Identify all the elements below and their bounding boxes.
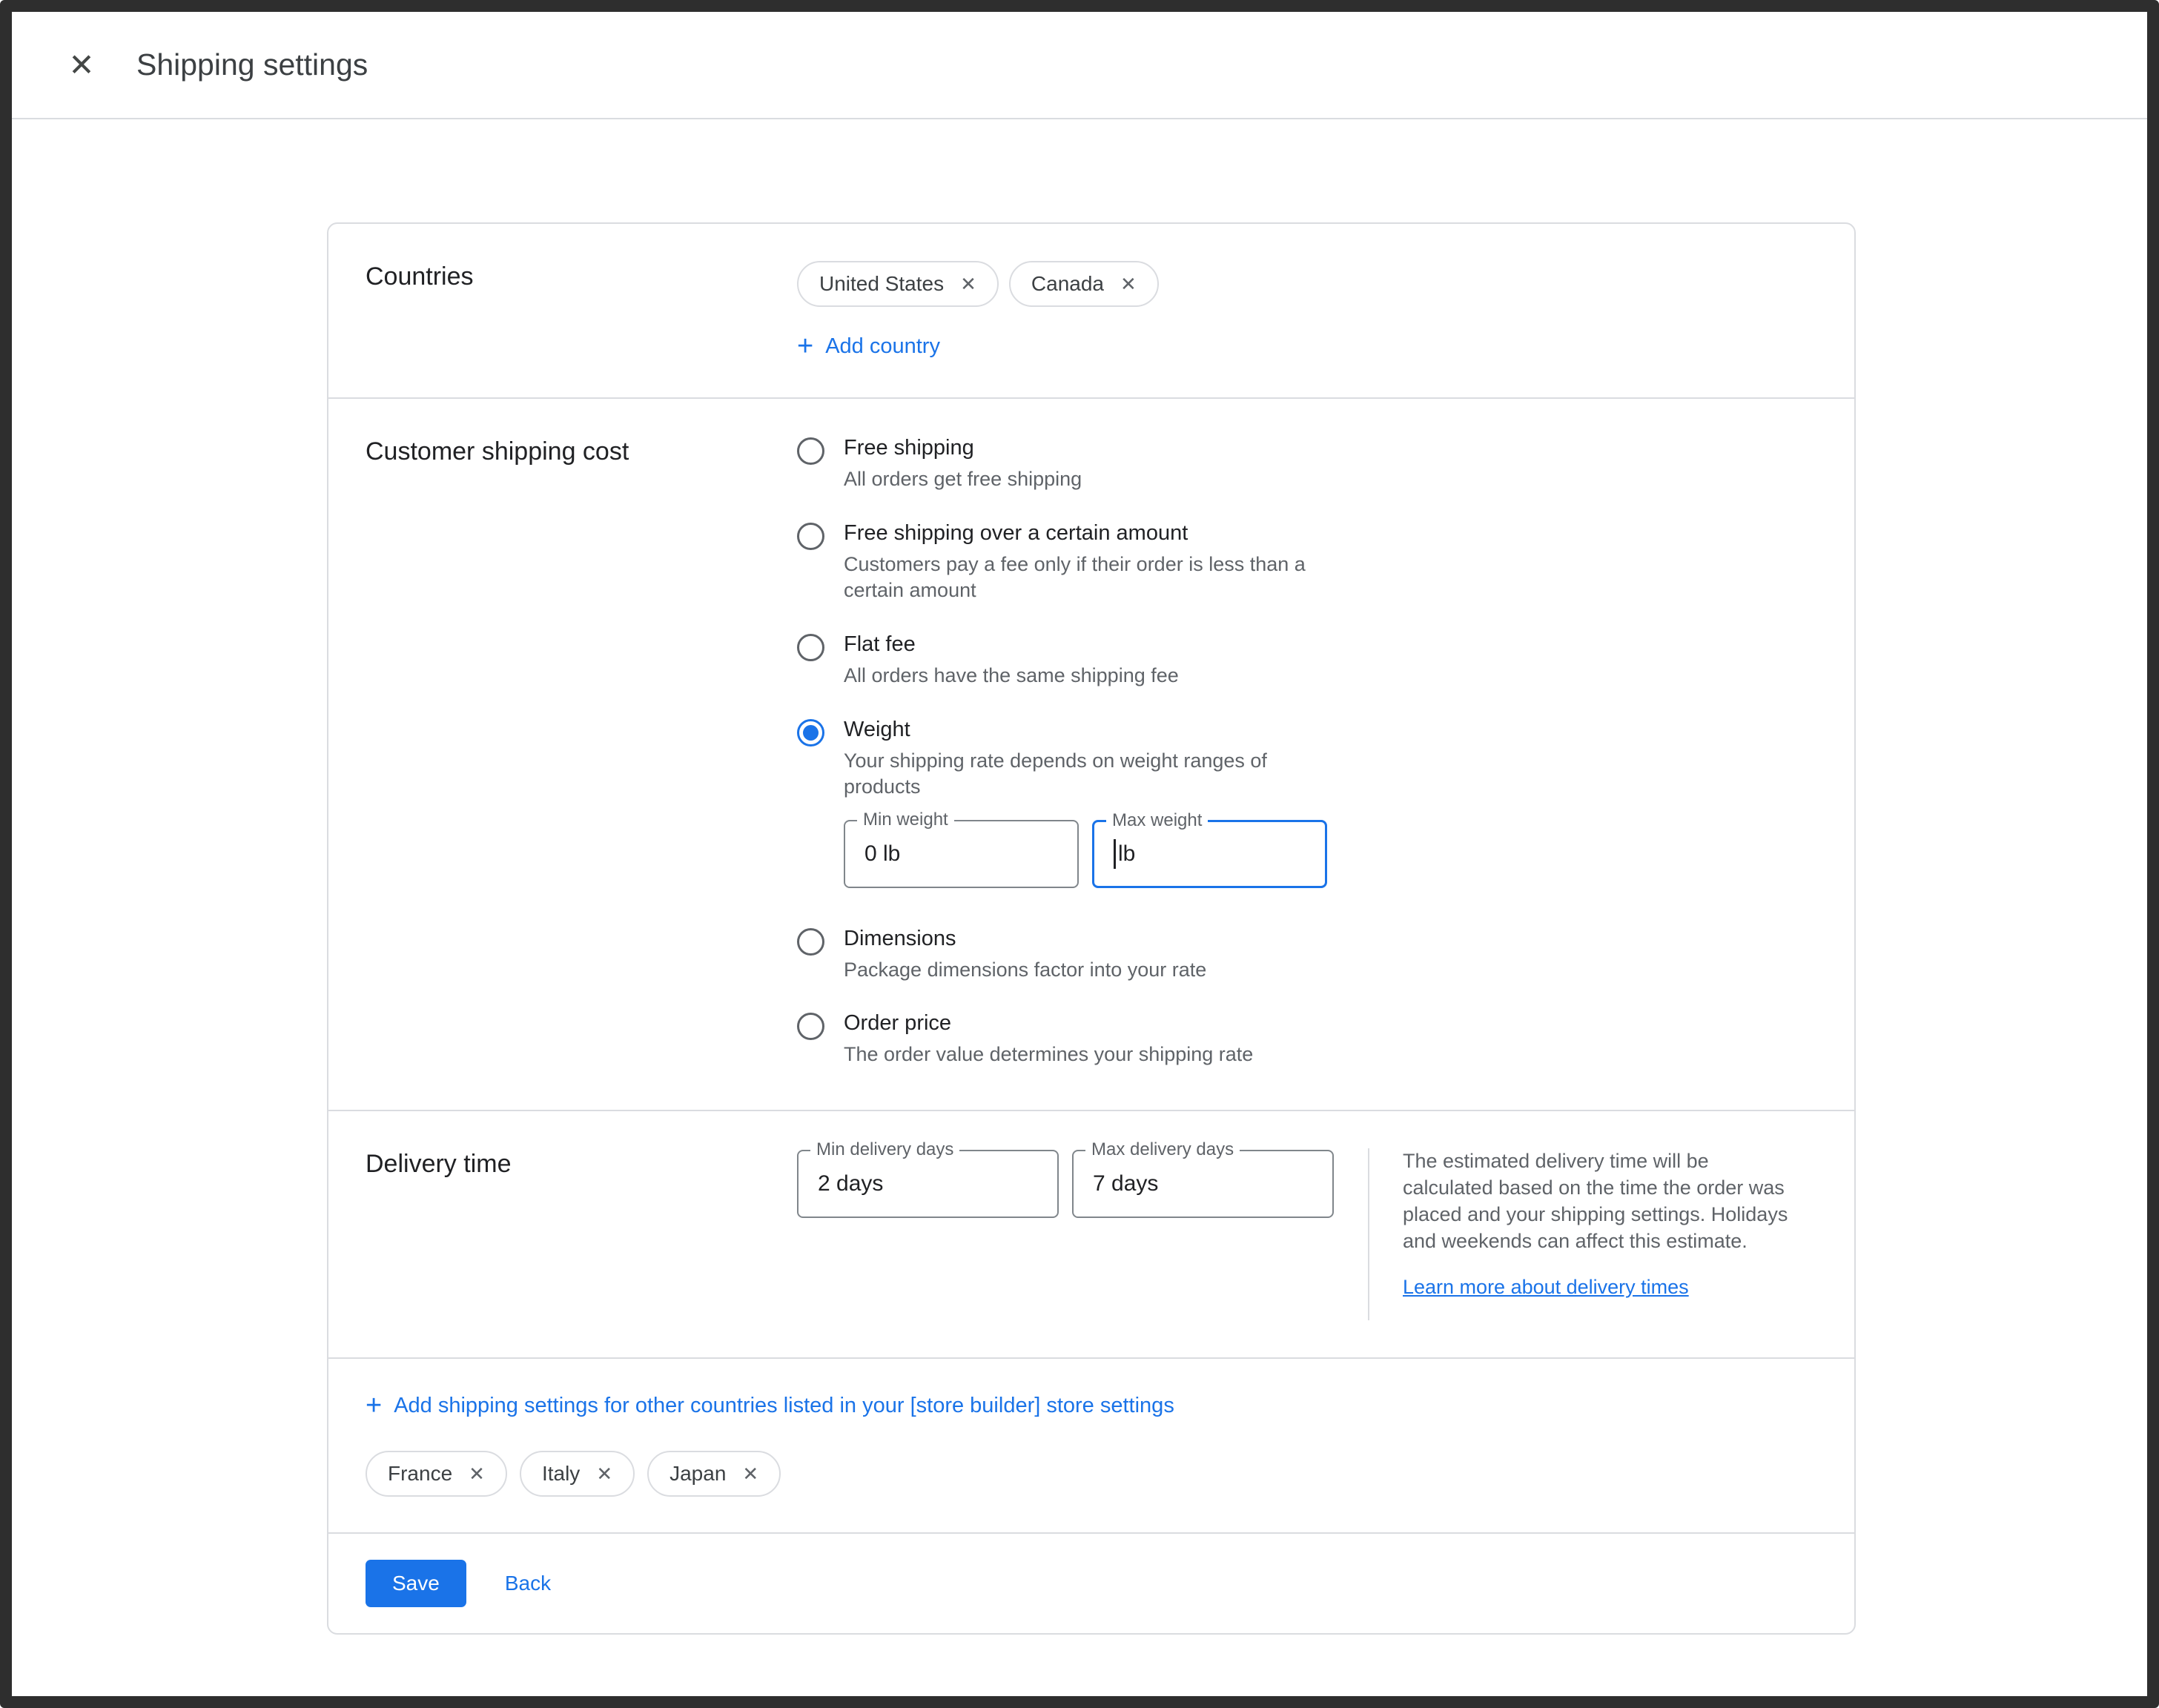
topbar: ✕ Shipping settings bbox=[12, 12, 2147, 119]
learn-more-link[interactable]: Learn more about delivery times bbox=[1403, 1276, 1689, 1299]
option-free-shipping[interactable]: Free shipping All orders get free shippi… bbox=[797, 436, 1817, 493]
chip-italy: Italy ✕ bbox=[520, 1451, 635, 1497]
shipping-cost-label: Customer shipping cost bbox=[366, 436, 797, 1073]
option-title: Free shipping over a certain amount bbox=[844, 521, 1333, 546]
country-chips-row: United States ✕ Canada ✕ bbox=[797, 261, 1817, 307]
option-description: The order value determines your shipping… bbox=[844, 1042, 1253, 1068]
delivery-time-section: Delivery time Min delivery days 2 days M… bbox=[328, 1110, 1854, 1357]
chip-label: Canada bbox=[1031, 272, 1104, 296]
shipping-settings-card: Countries United States ✕ Canada ✕ + Add… bbox=[327, 222, 1856, 1635]
min-delivery-days-label: Min delivery days bbox=[810, 1139, 959, 1160]
radio-free-shipping[interactable] bbox=[797, 437, 824, 465]
option-free-over-amount[interactable]: Free shipping over a certain amount Cust… bbox=[797, 521, 1817, 604]
min-delivery-days-value: 2 days bbox=[818, 1171, 883, 1196]
remove-icon[interactable]: ✕ bbox=[742, 1464, 758, 1483]
countries-label: Countries bbox=[366, 261, 797, 360]
save-button[interactable]: Save bbox=[366, 1560, 466, 1607]
remove-icon[interactable]: ✕ bbox=[960, 274, 976, 294]
weight-fields-row: Min weight 0 lb Max weight lb bbox=[844, 820, 1333, 888]
other-country-chips-row: France ✕ Italy ✕ Japan ✕ bbox=[366, 1451, 1817, 1497]
option-title: Dimensions bbox=[844, 927, 1206, 951]
min-weight-value: 0 lb bbox=[864, 841, 900, 867]
max-weight-label: Max weight bbox=[1106, 810, 1208, 831]
chip-japan: Japan ✕ bbox=[647, 1451, 781, 1497]
plus-icon: + bbox=[366, 1391, 382, 1420]
chip-canada: Canada ✕ bbox=[1009, 261, 1159, 307]
vertical-divider bbox=[1368, 1148, 1369, 1320]
delivery-info: The estimated delivery time will be calc… bbox=[1403, 1148, 1796, 1299]
max-delivery-days-label: Max delivery days bbox=[1085, 1139, 1240, 1160]
min-weight-label: Min weight bbox=[857, 810, 954, 830]
radio-free-over-amount[interactable] bbox=[797, 523, 824, 550]
add-country-button[interactable]: + Add country bbox=[797, 332, 940, 360]
option-title: Order price bbox=[844, 1011, 1253, 1036]
option-dimensions[interactable]: Dimensions Package dimensions factor int… bbox=[797, 927, 1817, 984]
chip-label: France bbox=[388, 1462, 452, 1486]
radio-weight[interactable] bbox=[797, 719, 824, 747]
min-weight-field[interactable]: Min weight 0 lb bbox=[844, 820, 1079, 888]
chip-united-states: United States ✕ bbox=[797, 261, 999, 307]
footer: Save Back bbox=[328, 1532, 1854, 1633]
text-caret bbox=[1114, 839, 1116, 869]
chip-france: France ✕ bbox=[366, 1451, 507, 1497]
option-title: Weight bbox=[844, 718, 1333, 742]
option-description: All orders get free shipping bbox=[844, 466, 1082, 493]
max-weight-field[interactable]: Max weight lb bbox=[1092, 820, 1327, 888]
max-delivery-days-field[interactable]: Max delivery days 7 days bbox=[1072, 1150, 1334, 1218]
option-description: Customers pay a fee only if their order … bbox=[844, 552, 1333, 604]
option-title: Free shipping bbox=[844, 436, 1082, 460]
countries-section: Countries United States ✕ Canada ✕ + Add… bbox=[328, 224, 1854, 397]
radio-flat-fee[interactable] bbox=[797, 634, 824, 661]
option-title: Flat fee bbox=[844, 632, 1179, 657]
remove-icon[interactable]: ✕ bbox=[469, 1464, 485, 1483]
delivery-info-text: The estimated delivery time will be calc… bbox=[1403, 1148, 1796, 1255]
option-description: Your shipping rate depends on weight ran… bbox=[844, 748, 1333, 801]
chip-label: United States bbox=[819, 272, 944, 296]
remove-icon[interactable]: ✕ bbox=[1120, 274, 1137, 294]
shipping-cost-section: Customer shipping cost Free shipping All… bbox=[328, 397, 1854, 1110]
radio-dimensions[interactable] bbox=[797, 928, 824, 956]
chip-label: Japan bbox=[669, 1462, 726, 1486]
plus-icon: + bbox=[797, 332, 813, 360]
delivery-fields-row: Min delivery days 2 days Max delivery da… bbox=[797, 1150, 1334, 1218]
option-weight[interactable]: Weight Your shipping rate depends on wei… bbox=[797, 718, 1817, 898]
add-shipping-settings-label: Add shipping settings for other countrie… bbox=[394, 1394, 1174, 1418]
add-country-label: Add country bbox=[825, 334, 940, 359]
other-countries-section: + Add shipping settings for other countr… bbox=[328, 1357, 1854, 1532]
back-button[interactable]: Back bbox=[500, 1571, 555, 1596]
radio-order-price[interactable] bbox=[797, 1013, 824, 1040]
close-icon[interactable]: ✕ bbox=[61, 44, 102, 86]
option-flat-fee[interactable]: Flat fee All orders have the same shippi… bbox=[797, 632, 1817, 689]
chip-label: Italy bbox=[542, 1462, 580, 1486]
option-description: Package dimensions factor into your rate bbox=[844, 957, 1206, 984]
option-order-price[interactable]: Order price The order value determines y… bbox=[797, 1011, 1817, 1068]
max-weight-value: lb bbox=[1118, 841, 1135, 867]
min-delivery-days-field[interactable]: Min delivery days 2 days bbox=[797, 1150, 1059, 1218]
add-shipping-settings-button[interactable]: + Add shipping settings for other countr… bbox=[366, 1391, 1174, 1420]
max-delivery-days-value: 7 days bbox=[1093, 1171, 1158, 1196]
option-description: All orders have the same shipping fee bbox=[844, 663, 1179, 689]
delivery-time-label: Delivery time bbox=[366, 1148, 797, 1320]
page-title: Shipping settings bbox=[136, 47, 368, 82]
remove-icon[interactable]: ✕ bbox=[596, 1464, 612, 1483]
